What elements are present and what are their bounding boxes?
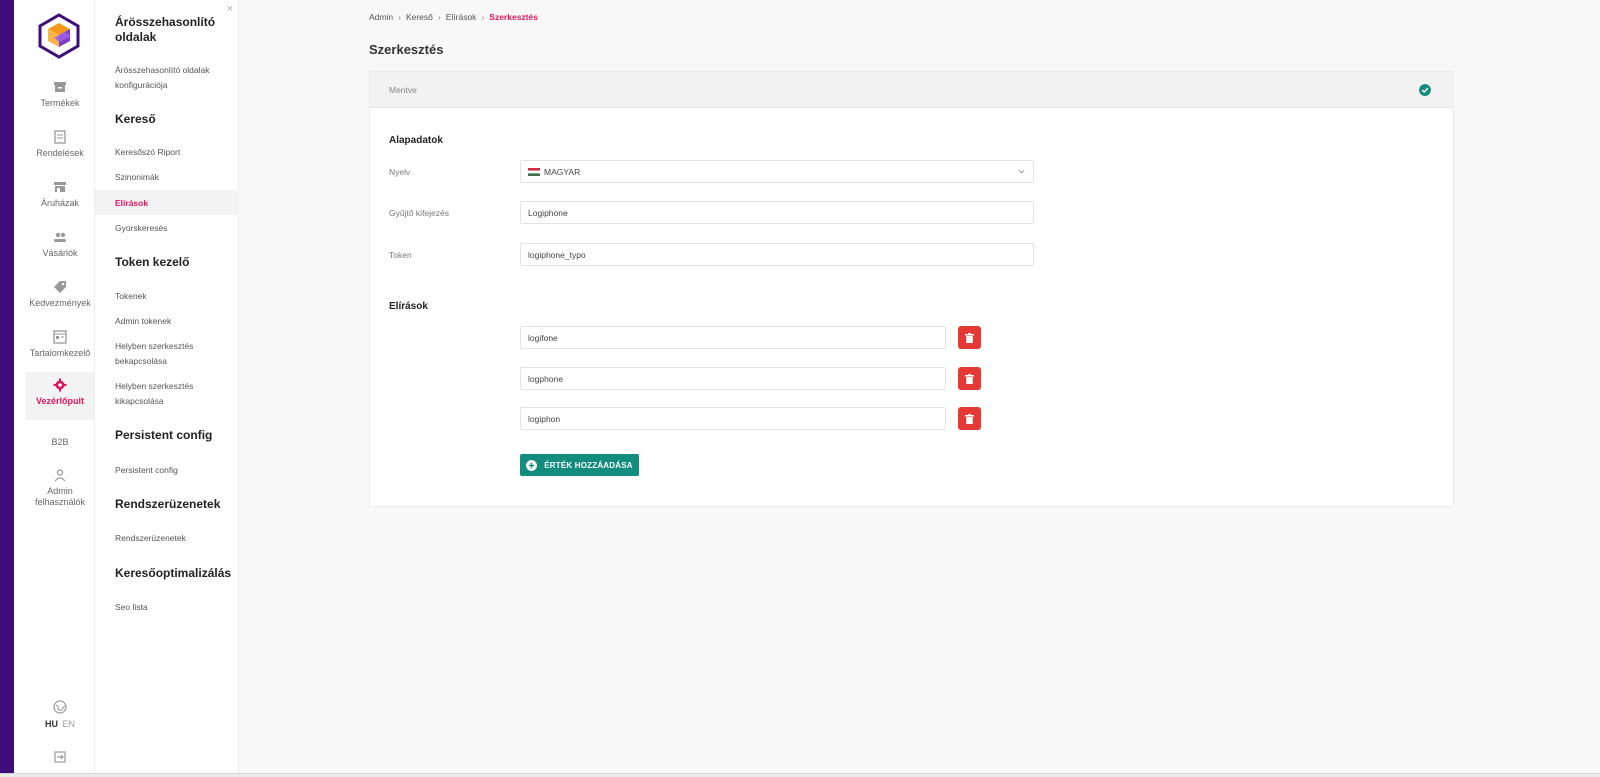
receipt-icon: [54, 130, 66, 144]
language-switch: HU EN: [26, 719, 94, 729]
user-icon: [54, 469, 66, 482]
submenu-heading: Kereső: [115, 112, 156, 126]
lang-hu[interactable]: HU: [45, 719, 58, 729]
phrase-input[interactable]: [520, 201, 1034, 224]
logout-icon[interactable]: [53, 750, 67, 764]
brand-strip: [0, 0, 14, 773]
submenu-heading: Token kezelő: [115, 255, 190, 269]
chevron-down-icon: [1018, 169, 1025, 174]
breadcrumb: Admin › Kereső › Elírások › Szerkesztés: [369, 12, 538, 22]
saved-status-bar: Mentve: [370, 72, 1453, 108]
submenu-link[interactable]: Seo lista: [115, 600, 233, 615]
trash-icon: [965, 373, 974, 384]
submenu-heading: Rendszerüzenetek: [115, 497, 221, 511]
rail-item-label: Termékek: [40, 98, 80, 108]
rail-item-label: Admin felhasználók: [34, 486, 86, 507]
edit-card: Mentve Alapadatok Nyelv MAGYAR Gyűjtő ki…: [369, 71, 1454, 507]
typo-input[interactable]: [520, 326, 946, 349]
language-label: Nyelv: [389, 167, 411, 177]
saved-status-text: Mentve: [389, 85, 417, 95]
rail-item-customers[interactable]: Vásárlók: [26, 230, 94, 280]
submenu-heading: Persistent config: [115, 428, 213, 442]
rail-item-label: Vezérlőpult: [35, 396, 84, 406]
app-logo[interactable]: [36, 13, 82, 59]
users-icon: [54, 232, 66, 242]
submenu-panel: × Árösszehasonlító oldalak Árösszehasonl…: [95, 0, 239, 773]
typo-input[interactable]: [520, 407, 946, 430]
rail-item-label: Tartalomkezelő: [29, 348, 91, 358]
window-bottom-edge: [0, 773, 1600, 777]
section-title-basic: Alapadatok: [389, 135, 443, 146]
breadcrumb-item[interactable]: Kereső: [406, 12, 433, 22]
breadcrumb-item[interactable]: Admin: [369, 12, 393, 22]
submenu-heading: Keresőoptimalizálás: [115, 566, 232, 580]
content-icon: [53, 330, 67, 344]
submenu-link[interactable]: Szinonimák: [115, 170, 233, 185]
check-circle-icon: [1419, 84, 1431, 96]
submenu-link-active[interactable]: Elírások: [115, 196, 233, 211]
submenu-link[interactable]: Tokenek: [115, 289, 233, 304]
add-value-label: ÉRTÉK HOZZÁADÁSA: [544, 460, 633, 470]
submenu-link[interactable]: Keresőszó Riport: [115, 145, 233, 160]
delete-typo-button[interactable]: [958, 367, 981, 390]
submenu-link[interactable]: Persistent config: [115, 463, 233, 478]
token-label: Token: [389, 250, 412, 260]
icon-rail: Termékek Rendelések Áruházak Vásárlók Ke…: [14, 0, 95, 773]
gear-icon: [53, 378, 67, 392]
section-title-typos: Elírások: [389, 301, 428, 312]
submenu-link[interactable]: Helyben szerkesztés kikapcsolása: [115, 379, 205, 409]
rail-item-label: Rendelések: [36, 148, 84, 158]
submenu-link[interactable]: Rendszerüzenetek: [115, 531, 233, 546]
page-title: Szerkesztés: [369, 42, 444, 57]
tag-icon: [54, 281, 66, 293]
close-icon[interactable]: ×: [227, 3, 233, 15]
submenu-heading: Árösszehasonlító oldalak: [115, 15, 216, 44]
delete-typo-button[interactable]: [958, 326, 981, 349]
breadcrumb-current: Szerkesztés: [489, 12, 538, 22]
hungary-flag-icon: [528, 167, 540, 176]
submenu-link[interactable]: Árösszehasonlító oldalak konfigurációja: [115, 63, 215, 93]
breadcrumb-item[interactable]: Elírások: [446, 12, 477, 22]
trash-icon: [965, 332, 974, 343]
globe-icon[interactable]: [53, 700, 67, 714]
rail-item-b2b[interactable]: B2B: [26, 437, 94, 453]
rail-item-orders[interactable]: Rendelések: [26, 130, 94, 180]
rail-item-discounts[interactable]: Kedvezmények: [26, 280, 94, 330]
submenu-link[interactable]: Gyorskeresés: [115, 221, 233, 236]
rail-item-products[interactable]: Termékek: [26, 80, 94, 130]
language-value: MAGYAR: [544, 166, 581, 177]
submenu-link[interactable]: Helyben szerkesztés bekapcsolása: [115, 339, 205, 369]
typo-input[interactable]: [520, 367, 946, 390]
delete-typo-button[interactable]: [958, 407, 981, 430]
store-icon: [54, 182, 66, 192]
add-value-button[interactable]: ÉRTÉK HOZZÁADÁSA: [520, 454, 639, 476]
language-select[interactable]: MAGYAR: [520, 160, 1034, 183]
trash-icon: [965, 413, 974, 424]
lang-en[interactable]: EN: [63, 719, 76, 729]
archive-icon: [54, 82, 66, 92]
rail-item-admin-users[interactable]: Admin felhasználók: [26, 468, 94, 518]
rail-item-label: B2B: [51, 437, 69, 447]
rail-item-stores[interactable]: Áruházak: [26, 180, 94, 230]
plus-circle-icon: [526, 459, 538, 471]
rail-item-label: Vásárlók: [42, 248, 78, 258]
token-input[interactable]: [520, 243, 1034, 266]
submenu-link[interactable]: Admin tokenek: [115, 314, 233, 329]
rail-item-label: Áruházak: [40, 198, 80, 208]
phrase-label: Gyűjtő kifejezés: [389, 208, 449, 218]
rail-item-label: Kedvezmények: [29, 298, 91, 308]
rail-item-dashboard[interactable]: Vezérlőpult: [26, 372, 94, 420]
